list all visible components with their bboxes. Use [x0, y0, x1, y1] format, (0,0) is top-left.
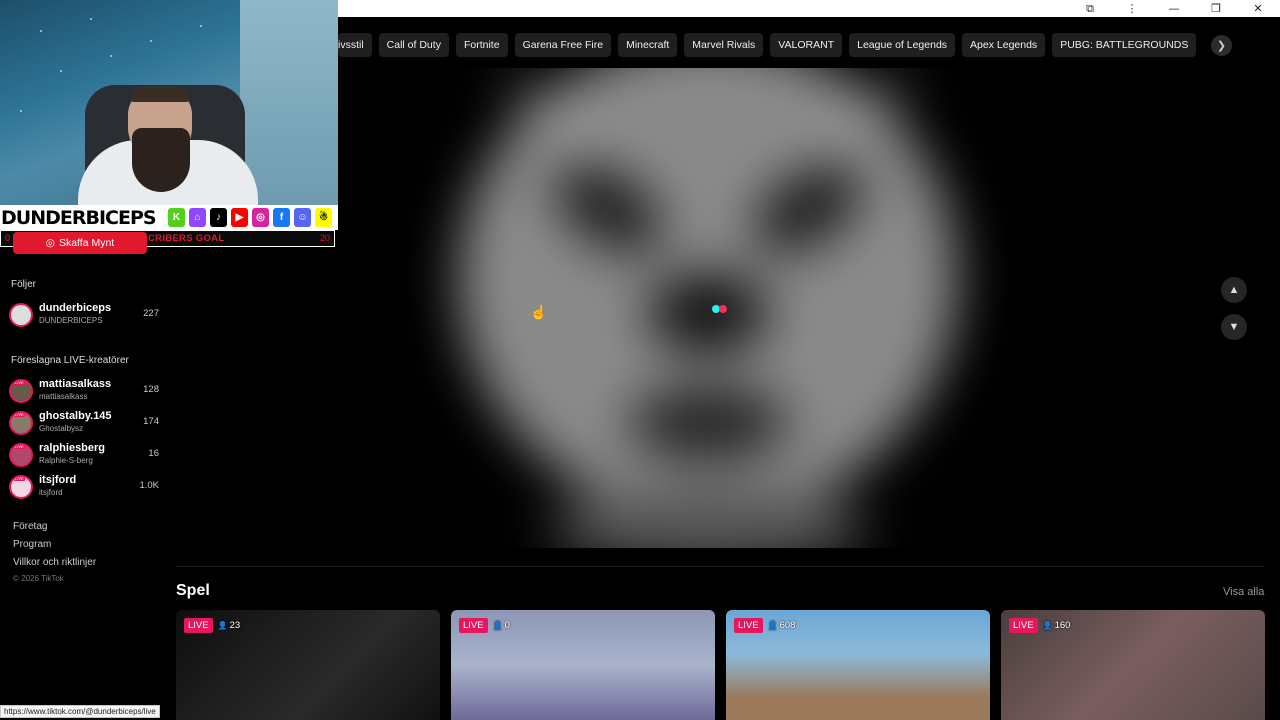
sidebar-creator-item[interactable]: LIVE mattiasalkass mattiasalkass 128	[9, 377, 159, 407]
sidebar-creator-item[interactable]: LIVE itsjford itsjford 1.0K	[9, 473, 159, 503]
viewer-count: 174	[143, 416, 159, 427]
category-chips: ivsstil Call of Duty Fortnite Garena Fre…	[338, 33, 1238, 57]
minimize-icon[interactable]: —	[1162, 1, 1186, 17]
live-game-card[interactable]: LIVE 👤 160	[1001, 610, 1265, 720]
creator-handle: Ghostalbysz	[39, 424, 84, 433]
goal-label: CRIBERS GOAL	[148, 233, 225, 244]
following-heading: Följer	[11, 279, 37, 290]
browser-status-url: https://www.tiktok.com/@dunderbiceps/liv…	[0, 705, 160, 718]
tiktok-icon: ♪	[210, 208, 227, 227]
facebook-icon: f	[273, 208, 290, 227]
kick-icon: K	[168, 208, 185, 227]
chevron-down-icon[interactable]: ▼	[1221, 314, 1247, 340]
avatar: LIVE	[9, 443, 33, 467]
avatar: LIVE	[9, 411, 33, 435]
creator-handle: itsjford	[39, 488, 63, 497]
creator-handle: mattiasalkass	[39, 392, 88, 401]
divider	[176, 566, 1264, 567]
coin-icon: ◎	[45, 237, 55, 249]
stream-brand-bar: DUNDERBICEPS K ⌂ ♪ ▶ ◎ f ☺ ☃	[0, 205, 338, 230]
chip-category[interactable]: PUBG: BATTLEGROUNDS	[1052, 33, 1197, 57]
viewer-count: 23	[229, 620, 241, 631]
see-all-link[interactable]: Visa alla	[1223, 586, 1264, 598]
creator-handle: DUNDERBICEPS	[39, 316, 103, 325]
snapchat-icon: ☃	[315, 208, 332, 227]
mouse-cursor: ☝	[530, 304, 548, 320]
live-game-card[interactable]: LIVE 👤 608	[726, 610, 990, 720]
chip-category[interactable]: Fortnite	[455, 33, 508, 57]
person-icon: 👤	[492, 621, 503, 630]
restore-icon[interactable]: ❐	[1204, 1, 1228, 17]
live-game-card[interactable]: LIVE 👤 0	[451, 610, 715, 720]
close-icon[interactable]: ✕	[1246, 1, 1270, 17]
chip-category[interactable]: Apex Legends	[962, 33, 1046, 57]
viewer-count: 227	[143, 308, 159, 319]
avatar	[9, 303, 33, 327]
live-video-player[interactable]: ☝	[178, 68, 1263, 548]
chevron-right-icon[interactable]: ❯	[1211, 35, 1232, 56]
chip-category[interactable]: Minecraft	[618, 33, 678, 57]
goal-end-value: 20	[319, 233, 330, 243]
footer-link-program[interactable]: Program	[13, 539, 51, 550]
chip-category[interactable]: Garena Free Fire	[514, 33, 612, 57]
discord-icon: ☺	[294, 208, 311, 227]
get-coins-button[interactable]: ◎ Skaffa Mynt	[13, 232, 147, 254]
chevron-up-icon[interactable]: ▲	[1221, 277, 1247, 303]
sidebar-creator-item[interactable]: dunderbiceps DUNDERBICEPS 227	[9, 301, 159, 331]
creator-name: ralphiesberg	[39, 442, 106, 454]
footer-link-terms[interactable]: Villkor och riktlinjer	[13, 557, 96, 568]
goal-start-value: 0	[5, 233, 11, 243]
viewer-count: 16	[148, 448, 159, 459]
creator-name: ghostalby.145	[39, 410, 112, 422]
youtube-icon: ▶	[231, 208, 248, 227]
stream-brand-name: DUNDERBICEPS	[1, 206, 157, 229]
viewer-count: 128	[143, 384, 159, 395]
person-icon: 👤	[767, 621, 778, 630]
person-icon: 👤	[217, 621, 228, 630]
streamer-webcam	[0, 0, 338, 205]
viewer-count: 1.0K	[139, 480, 159, 491]
chip-category[interactable]: ivsstil	[338, 33, 372, 57]
section-title: Spel	[176, 582, 210, 599]
more-options-icon[interactable]: ⋮	[1120, 1, 1144, 17]
blurred-logo-placeholder	[458, 68, 958, 548]
footer-link-company[interactable]: Företag	[13, 521, 47, 532]
viewer-count: 608	[779, 620, 796, 631]
viewer-count: 0	[504, 620, 510, 631]
live-badge: LIVE	[184, 618, 213, 633]
instagram-icon: ◎	[252, 208, 269, 227]
live-badge: LIVE	[734, 618, 763, 633]
creator-name: mattiasalkass	[39, 378, 112, 390]
sidebar-creator-item[interactable]: LIVE ghostalby.145 Ghostalbysz 174	[9, 409, 159, 439]
live-game-card[interactable]: LIVE 👤 23	[176, 610, 440, 720]
sidebar-creator-item[interactable]: LIVE ralphiesberg Ralphie-S-berg 16	[9, 441, 159, 471]
creator-name: dunderbiceps	[39, 302, 112, 314]
browser-window-controls: ⧉ ⋮ — ❐ ✕	[338, 0, 1280, 17]
get-coins-label: Skaffa Mynt	[58, 237, 115, 249]
creator-handle: Ralphie-S-berg	[39, 456, 93, 465]
live-badge: LIVE	[1009, 618, 1038, 633]
chip-category[interactable]: VALORANT	[770, 33, 843, 57]
suggested-heading: Föreslagna LIVE-kreatörer	[11, 355, 129, 366]
loading-indicator	[712, 305, 734, 313]
extensions-icon[interactable]: ⧉	[1078, 1, 1102, 17]
person-icon: 👤	[1042, 621, 1053, 630]
tiktok-live-page: ⧉ ⋮ — ❐ ✕ ivsstil Call of Duty Fortnite …	[0, 0, 1280, 720]
chip-category[interactable]: Call of Duty	[378, 33, 449, 57]
viewer-count: 160	[1054, 620, 1071, 631]
copyright: © 2026 TikTok	[13, 574, 64, 583]
live-badge: LIVE	[459, 618, 488, 633]
twitch-icon: ⌂	[189, 208, 206, 227]
creator-name: itsjford	[39, 474, 77, 486]
chip-category[interactable]: Marvel Rivals	[684, 33, 764, 57]
avatar: LIVE	[9, 379, 33, 403]
chip-category[interactable]: League of Legends	[849, 33, 956, 57]
avatar: LIVE	[9, 475, 33, 499]
